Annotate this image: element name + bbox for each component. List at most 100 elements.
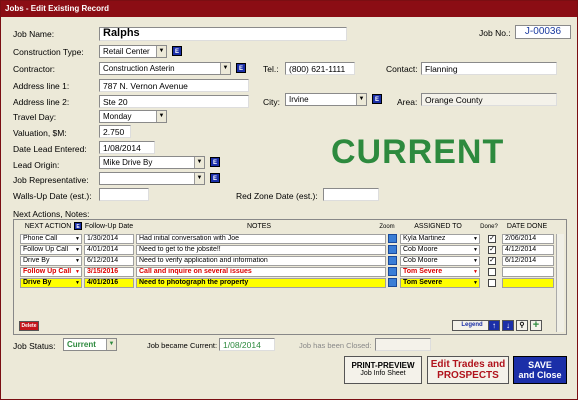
zoom-icon[interactable] xyxy=(388,267,397,276)
print-preview-button[interactable]: PRINT-PREVIEW Job Info Sheet xyxy=(344,356,422,384)
became-current-label: Job became Current: xyxy=(147,341,218,350)
notes-cell[interactable]: Call and inquire on several issues xyxy=(136,267,386,277)
status-banner: CURRENT xyxy=(331,133,505,171)
assigned-cell[interactable]: Cob Moore ▼ xyxy=(400,256,480,266)
zoom-icon[interactable] xyxy=(388,234,397,243)
red-zone-field[interactable] xyxy=(323,188,379,201)
col-done: Done? xyxy=(480,224,498,230)
date-lead-field[interactable]: 1/08/2014 xyxy=(99,141,155,154)
date-done-cell[interactable] xyxy=(502,267,554,277)
contractor-edit-icon[interactable]: E xyxy=(236,63,246,73)
next-action-cell[interactable]: Drive By ▼ xyxy=(20,256,82,266)
window-title: Jobs - Edit Existing Record xyxy=(1,1,577,17)
date-done-cell[interactable]: 2/06/2014 xyxy=(502,234,554,244)
follow-up-cell[interactable]: 4/01/2016 xyxy=(84,278,134,288)
follow-up-cell[interactable]: 1/30/2014 xyxy=(84,234,134,244)
city-edit-icon[interactable]: E xyxy=(372,94,382,104)
done-checkbox[interactable]: ✓ xyxy=(488,246,496,254)
actions-section-label: Next Actions, Notes: xyxy=(13,209,90,219)
follow-up-cell[interactable]: 4/01/2014 xyxy=(84,245,134,255)
move-up-icon[interactable]: ↑ xyxy=(488,320,500,331)
assigned-cell[interactable]: Cob Moore ▼ xyxy=(400,245,480,255)
valuation-field[interactable]: 2.750 xyxy=(99,125,131,138)
next-action-edit-icon[interactable]: E xyxy=(74,222,82,230)
done-checkbox[interactable] xyxy=(488,279,496,287)
follow-up-cell[interactable]: 6/12/2014 xyxy=(84,256,134,266)
table-row: Drive By ▼ 4/01/2016 Need to photograph the… xyxy=(20,278,560,288)
assigned-cell[interactable]: Tom Severe ▼ xyxy=(400,267,480,277)
city-select[interactable]: Irvine ▼ xyxy=(285,93,367,106)
move-down-icon[interactable]: ↓ xyxy=(502,320,514,331)
print-btn-line1: PRINT-PREVIEW xyxy=(351,361,415,370)
red-zone-label: Red Zone Date (est.): xyxy=(236,191,318,201)
address2-field[interactable]: Ste 20 xyxy=(99,95,249,108)
job-rep-select[interactable]: ▼ xyxy=(99,172,205,185)
table-row: Phone Call ▼ 1/30/2014 Had initial conversa… xyxy=(20,234,560,244)
edit-trades-button[interactable]: Edit Trades and PROSPECTS xyxy=(427,356,509,384)
notes-cell[interactable]: Need to get to the jobsite!! xyxy=(136,245,386,255)
done-checkbox[interactable] xyxy=(488,268,496,276)
area-label: Area: xyxy=(397,97,418,107)
lead-origin-edit-icon[interactable]: E xyxy=(210,157,220,167)
grid-scrollbar[interactable] xyxy=(556,234,564,332)
next-action-cell[interactable]: Drive By ▼ xyxy=(20,278,82,288)
job-status-select[interactable]: Current ▼ xyxy=(63,338,117,351)
date-lead-label: Date Lead Entered: xyxy=(13,144,87,154)
chevron-down-icon: ▼ xyxy=(194,173,204,184)
construction-type-select[interactable]: Retail Center ▼ xyxy=(99,45,167,58)
save-and-close-button[interactable]: SAVE and Close xyxy=(513,356,567,384)
actions-grid: NEXT ACTION E Follow-Up Date NOTES Zoom … xyxy=(13,219,567,335)
assigned-cell[interactable]: Kyla Martinez ▼ xyxy=(400,234,480,244)
address1-label: Address line 1: xyxy=(13,81,70,91)
next-action-cell[interactable]: Follow Up Call ▼ xyxy=(20,245,82,255)
became-current-field[interactable]: 1/08/2014 xyxy=(219,338,275,351)
travel-day-select[interactable]: Monday ▼ xyxy=(99,110,167,123)
delete-button[interactable]: Delete xyxy=(19,321,39,331)
area-field: Orange County xyxy=(421,93,557,106)
trades-btn-line2: PROSPECTS xyxy=(437,370,499,381)
col-notes: NOTES xyxy=(246,223,272,230)
next-action-cell[interactable]: Phone Call ▼ xyxy=(20,234,82,244)
done-checkbox[interactable]: ✓ xyxy=(488,257,496,265)
date-done-cell[interactable]: 6/12/2014 xyxy=(502,256,554,266)
job-rep-edit-icon[interactable]: E xyxy=(210,173,220,183)
col-zoom: Zoom xyxy=(379,224,395,230)
col-date-done: DATE DONE xyxy=(506,223,548,230)
construction-type-edit-icon[interactable]: E xyxy=(172,46,182,56)
notes-cell[interactable]: Need to photograph the property xyxy=(136,278,386,288)
tel-field[interactable]: (800) 621-1111 xyxy=(285,62,355,75)
job-no-field: J-00036 xyxy=(515,25,571,39)
print-btn-line2: Job Info Sheet xyxy=(360,370,406,377)
col-follow-up: Follow-Up Date xyxy=(84,223,134,230)
done-checkbox[interactable]: ✓ xyxy=(488,235,496,243)
construction-type-label: Construction Type: xyxy=(13,47,84,57)
address1-field[interactable]: 787 N. Vernon Avenue xyxy=(99,79,249,92)
binoculars-icon[interactable]: ⚲ xyxy=(516,320,528,331)
contractor-value: Construction Asterin xyxy=(103,64,175,73)
lead-origin-select[interactable]: Mike Drive By ▼ xyxy=(99,156,205,169)
trades-btn-line1: Edit Trades and xyxy=(430,359,506,370)
contact-field[interactable]: Flanning xyxy=(421,62,557,75)
follow-up-cell[interactable]: 3/15/2016 xyxy=(84,267,134,277)
assigned-cell[interactable]: Tom Severe ▼ xyxy=(400,278,480,288)
table-row: Drive By ▼ 6/12/2014 Need to verify applica… xyxy=(20,256,560,266)
contractor-select[interactable]: Construction Asterin ▼ xyxy=(99,62,231,75)
zoom-icon[interactable] xyxy=(388,245,397,254)
walls-up-field[interactable] xyxy=(99,188,149,201)
notes-cell[interactable]: Had initial conversation with Joe xyxy=(136,234,386,244)
legend-button[interactable]: Legend xyxy=(452,320,492,331)
notes-cell[interactable]: Need to verify application and informati… xyxy=(136,256,386,266)
walls-up-label: Walls-Up Date (est.): xyxy=(13,191,92,201)
valuation-label: Valuation, $M: xyxy=(13,128,67,138)
zoom-icon[interactable] xyxy=(388,278,397,287)
job-name-field[interactable]: Ralphs xyxy=(99,27,347,41)
zoom-icon[interactable] xyxy=(388,256,397,265)
tel-label: Tel.: xyxy=(263,64,279,74)
col-assigned: ASSIGNED TO xyxy=(414,223,462,230)
job-no-label: Job No.: xyxy=(479,28,511,38)
add-row-icon[interactable]: + xyxy=(530,320,542,331)
table-row: Follow Up Call ▼ 4/01/2014 Need to get to t… xyxy=(20,245,560,255)
date-done-cell[interactable] xyxy=(502,278,554,288)
next-action-cell[interactable]: Follow Up Call ▼ xyxy=(20,267,82,277)
date-done-cell[interactable]: 4/12/2014 xyxy=(502,245,554,255)
